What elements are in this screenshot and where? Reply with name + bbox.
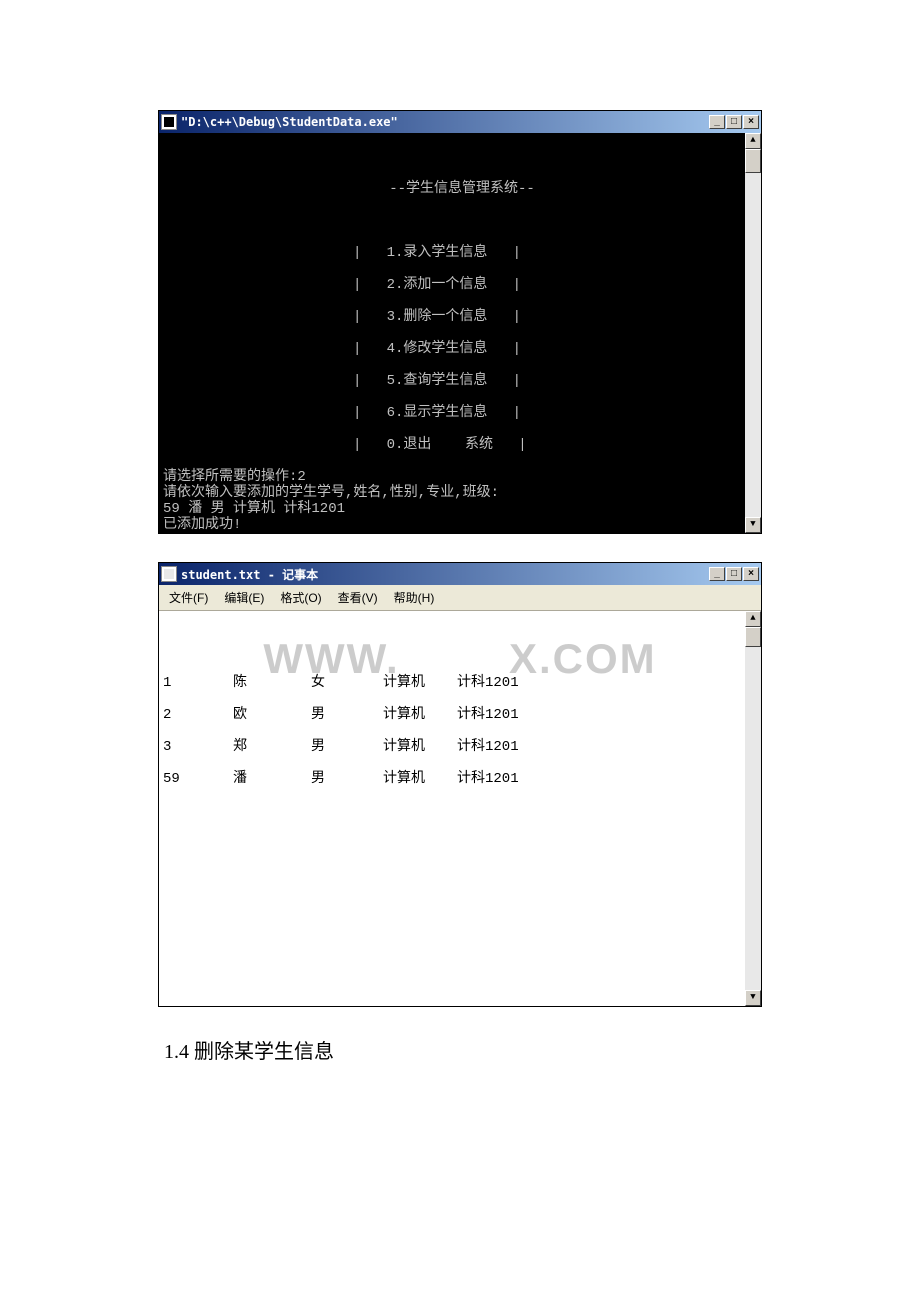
- console-window: "D:\c++\Debug\StudentData.exe" _ □ × --学…: [158, 110, 762, 534]
- menu-format[interactable]: 格式(O): [274, 587, 327, 608]
- minimize-button[interactable]: _: [709, 567, 725, 581]
- scroll-up-button[interactable]: ▲: [745, 133, 761, 149]
- list-item: 3郑男计算机计科1201: [163, 739, 761, 755]
- prompt-line: 请选择所需要的操作:2: [163, 469, 306, 485]
- close-button[interactable]: ×: [743, 567, 759, 581]
- app-icon: [161, 114, 177, 130]
- console-titlebar[interactable]: "D:\c++\Debug\StudentData.exe" _ □ ×: [159, 111, 761, 133]
- scroll-track[interactable]: [745, 149, 761, 517]
- minimize-button[interactable]: _: [709, 115, 725, 129]
- close-button[interactable]: ×: [743, 115, 759, 129]
- list-item: 59潘男计算机计科1201: [163, 771, 761, 787]
- menu-help[interactable]: 帮助(H): [388, 587, 441, 608]
- window-controls: _ □ ×: [709, 115, 759, 129]
- notepad-body[interactable]: WWW. X.COM 1陈女计算机计科1201 2欧男计算机计科1201 3郑男…: [159, 611, 761, 1006]
- section-caption: 1.4 删除某学生信息: [164, 1035, 762, 1064]
- menu-view[interactable]: 查看(V): [332, 587, 384, 608]
- notepad-titlebar[interactable]: student.txt - 记事本 _ □ ×: [159, 563, 761, 585]
- console-title: "D:\c++\Debug\StudentData.exe": [181, 115, 709, 129]
- console-text: --学生信息管理系统-- | 1.录入学生信息 | | 2.添加一个信息 | |…: [159, 165, 761, 533]
- maximize-button[interactable]: □: [726, 115, 742, 129]
- window-controls: _ □ ×: [709, 567, 759, 581]
- scroll-down-button[interactable]: ▼: [745, 517, 761, 533]
- scroll-thumb[interactable]: [745, 627, 761, 647]
- vertical-scrollbar[interactable]: ▲ ▼: [745, 133, 761, 533]
- scroll-thumb[interactable]: [745, 149, 761, 173]
- menu-file[interactable]: 文件(F): [163, 587, 214, 608]
- scroll-up-button[interactable]: ▲: [745, 611, 761, 627]
- list-item: 2欧男计算机计科1201: [163, 707, 761, 723]
- notepad-text: 1陈女计算机计科1201 2欧男计算机计科1201 3郑男计算机计科1201 5…: [159, 659, 761, 819]
- notepad-window: student.txt - 记事本 _ □ × 文件(F) 编辑(E) 格式(O…: [158, 562, 762, 1007]
- scroll-down-button[interactable]: ▼: [745, 990, 761, 1006]
- menu-edit[interactable]: 编辑(E): [218, 587, 270, 608]
- menu-bar: 文件(F) 编辑(E) 格式(O) 查看(V) 帮助(H): [159, 585, 761, 611]
- console-body[interactable]: --学生信息管理系统-- | 1.录入学生信息 | | 2.添加一个信息 | |…: [159, 133, 761, 533]
- list-item: 1陈女计算机计科1201: [163, 675, 761, 691]
- maximize-button[interactable]: □: [726, 567, 742, 581]
- notepad-title: student.txt - 记事本: [181, 566, 709, 583]
- system-header: --学生信息管理系统--: [222, 181, 702, 197]
- notepad-icon: [161, 566, 177, 582]
